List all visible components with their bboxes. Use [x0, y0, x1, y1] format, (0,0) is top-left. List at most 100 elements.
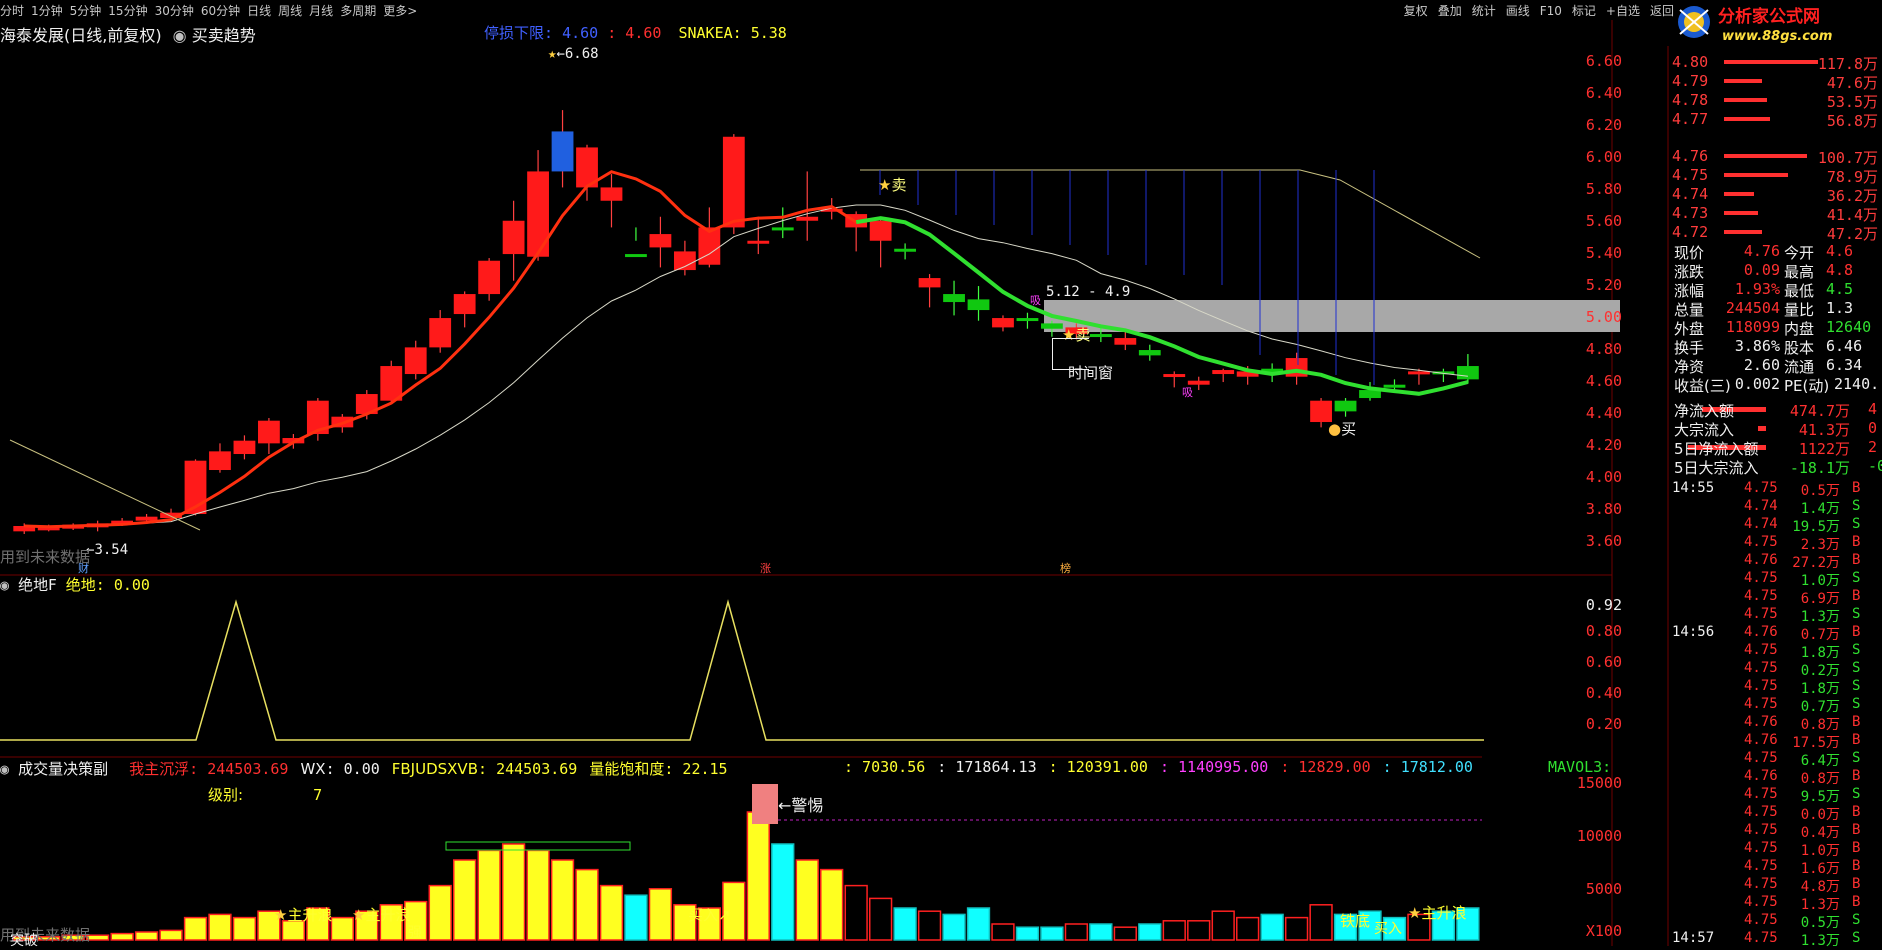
- volume-bar[interactable]: [991, 923, 1015, 941]
- candle-body[interactable]: [258, 420, 280, 444]
- tick-row[interactable]: 4.75 0.5万 S: [1672, 912, 1882, 931]
- candle-body[interactable]: [1212, 370, 1235, 375]
- volume-bar[interactable]: [134, 931, 159, 941]
- volume-bar[interactable]: [1236, 916, 1260, 941]
- volume-bar[interactable]: [1211, 910, 1235, 941]
- tick-row[interactable]: 14:55 4.75 0.5万 B: [1672, 480, 1882, 499]
- candle-body[interactable]: [894, 248, 917, 252]
- candle-body[interactable]: [1334, 400, 1357, 412]
- volume-bar[interactable]: [453, 859, 477, 941]
- candle-body[interactable]: [1383, 384, 1406, 388]
- volume-bar[interactable]: [795, 859, 819, 941]
- candle-body[interactable]: [1114, 338, 1137, 345]
- volume-bar[interactable]: [428, 884, 452, 941]
- tick-row[interactable]: 14:57 4.75 1.3万 S: [1672, 930, 1882, 949]
- tick-row[interactable]: 4.75 1.8万 S: [1672, 642, 1882, 661]
- volume-bar[interactable]: [575, 868, 599, 941]
- candle-body[interactable]: [943, 294, 965, 303]
- event-marker-1[interactable]: 涨: [760, 560, 771, 576]
- volume-bar[interactable]: [746, 811, 770, 941]
- candle-body[interactable]: [429, 318, 452, 348]
- candle-body[interactable]: [380, 366, 403, 401]
- volume-bar[interactable]: [624, 894, 648, 941]
- volume-bar[interactable]: [1138, 923, 1162, 941]
- indicator-name[interactable]: 买卖趋势: [192, 26, 256, 45]
- volume-bar[interactable]: [966, 907, 991, 941]
- candle-body[interactable]: [992, 318, 1014, 328]
- vol-collapse-icon[interactable]: ◉: [0, 760, 9, 778]
- volume-bar[interactable]: [1040, 926, 1064, 941]
- volume-bar[interactable]: [110, 932, 134, 941]
- volume-bar[interactable]: [477, 849, 501, 941]
- volume-bar[interactable]: [550, 859, 575, 941]
- tick-row[interactable]: 4.75 6.4万 S: [1672, 750, 1882, 769]
- tick-row[interactable]: 4.74 19.5万 S: [1672, 516, 1882, 535]
- candle-body[interactable]: [1089, 334, 1112, 338]
- tick-row[interactable]: 4.74 1.4万 S: [1672, 498, 1882, 517]
- tick-row[interactable]: 4.75 1.8万 S: [1672, 678, 1882, 697]
- candle-body[interactable]: [1456, 366, 1479, 380]
- candle-body[interactable]: [722, 136, 745, 228]
- tick-row[interactable]: 4.75 1.0万 S: [1672, 570, 1882, 589]
- tick-row[interactable]: 4.75 1.0万 B: [1672, 840, 1882, 859]
- tick-row[interactable]: 4.75 1.3万 S: [1672, 606, 1882, 625]
- volume-bar[interactable]: [820, 868, 844, 941]
- tick-row[interactable]: 4.76 17.5万 B: [1672, 732, 1882, 751]
- volume-bar[interactable]: [1064, 923, 1089, 941]
- candle-body[interactable]: [673, 251, 696, 271]
- volume-bar[interactable]: [501, 843, 526, 941]
- candle-body[interactable]: [869, 220, 892, 241]
- volume-bar[interactable]: [599, 884, 624, 941]
- event-marker-2[interactable]: 榜: [1060, 560, 1071, 576]
- candle-body[interactable]: [551, 131, 574, 172]
- tick-row[interactable]: 4.75 0.0万 B: [1672, 804, 1882, 823]
- volume-bar[interactable]: [1113, 926, 1137, 941]
- volume-bar[interactable]: [208, 913, 232, 941]
- candle-body[interactable]: [747, 240, 770, 244]
- candle-body[interactable]: [1041, 323, 1063, 329]
- tick-row[interactable]: 4.75 1.3万 B: [1672, 894, 1882, 913]
- candle-body[interactable]: [453, 294, 476, 315]
- volume-bar[interactable]: [183, 916, 208, 941]
- volume-bar[interactable]: [1260, 913, 1284, 941]
- tick-row[interactable]: 4.75 6.9万 B: [1672, 588, 1882, 607]
- tick-row[interactable]: 4.75 4.8万 B: [1672, 876, 1882, 895]
- candle-body[interactable]: [1138, 350, 1161, 356]
- collapse-icon[interactable]: ◉: [173, 26, 187, 45]
- volume-bar[interactable]: [1284, 916, 1309, 941]
- candle-body[interactable]: [796, 216, 819, 221]
- volume-bar[interactable]: [1089, 923, 1113, 941]
- candle-body[interactable]: [209, 451, 231, 471]
- tick-row[interactable]: 4.75 0.7万 S: [1672, 696, 1882, 715]
- volume-bar[interactable]: [1162, 920, 1186, 941]
- candle-body[interactable]: [502, 220, 525, 255]
- candle-body[interactable]: [649, 234, 672, 248]
- volume-bar[interactable]: [159, 929, 183, 941]
- volume-bar[interactable]: [648, 888, 673, 941]
- tick-row[interactable]: 4.75 0.2万 S: [1672, 660, 1882, 679]
- volume-bar[interactable]: [893, 907, 917, 941]
- volume-bar[interactable]: [868, 897, 893, 941]
- candle-body[interactable]: [233, 440, 256, 455]
- volume-bar[interactable]: [526, 849, 550, 941]
- volume-bar[interactable]: [1015, 926, 1040, 941]
- volume-bar[interactable]: [1309, 904, 1333, 941]
- volume-bar[interactable]: [844, 884, 868, 941]
- volume-bar[interactable]: [771, 843, 795, 941]
- candle-body[interactable]: [918, 278, 941, 288]
- candle-body[interactable]: [600, 187, 623, 201]
- tick-row[interactable]: 4.75 9.5万 S: [1672, 786, 1882, 805]
- volume-bar[interactable]: [942, 913, 966, 941]
- candle-body[interactable]: [1408, 371, 1430, 375]
- candle-body[interactable]: [967, 299, 990, 311]
- volume-bar[interactable]: [232, 916, 257, 941]
- candle-body[interactable]: [1163, 374, 1186, 378]
- candle-body[interactable]: [1016, 318, 1039, 322]
- tick-row[interactable]: 4.76 0.8万 B: [1672, 714, 1882, 733]
- tick-row[interactable]: 4.75 1.6万 B: [1672, 858, 1882, 877]
- candle-body[interactable]: [771, 227, 794, 231]
- tick-row[interactable]: 4.76 27.2万 B: [1672, 552, 1882, 571]
- candle-body[interactable]: [478, 260, 501, 295]
- tick-row[interactable]: 4.76 0.8万 B: [1672, 768, 1882, 787]
- volume-bar[interactable]: [917, 910, 942, 941]
